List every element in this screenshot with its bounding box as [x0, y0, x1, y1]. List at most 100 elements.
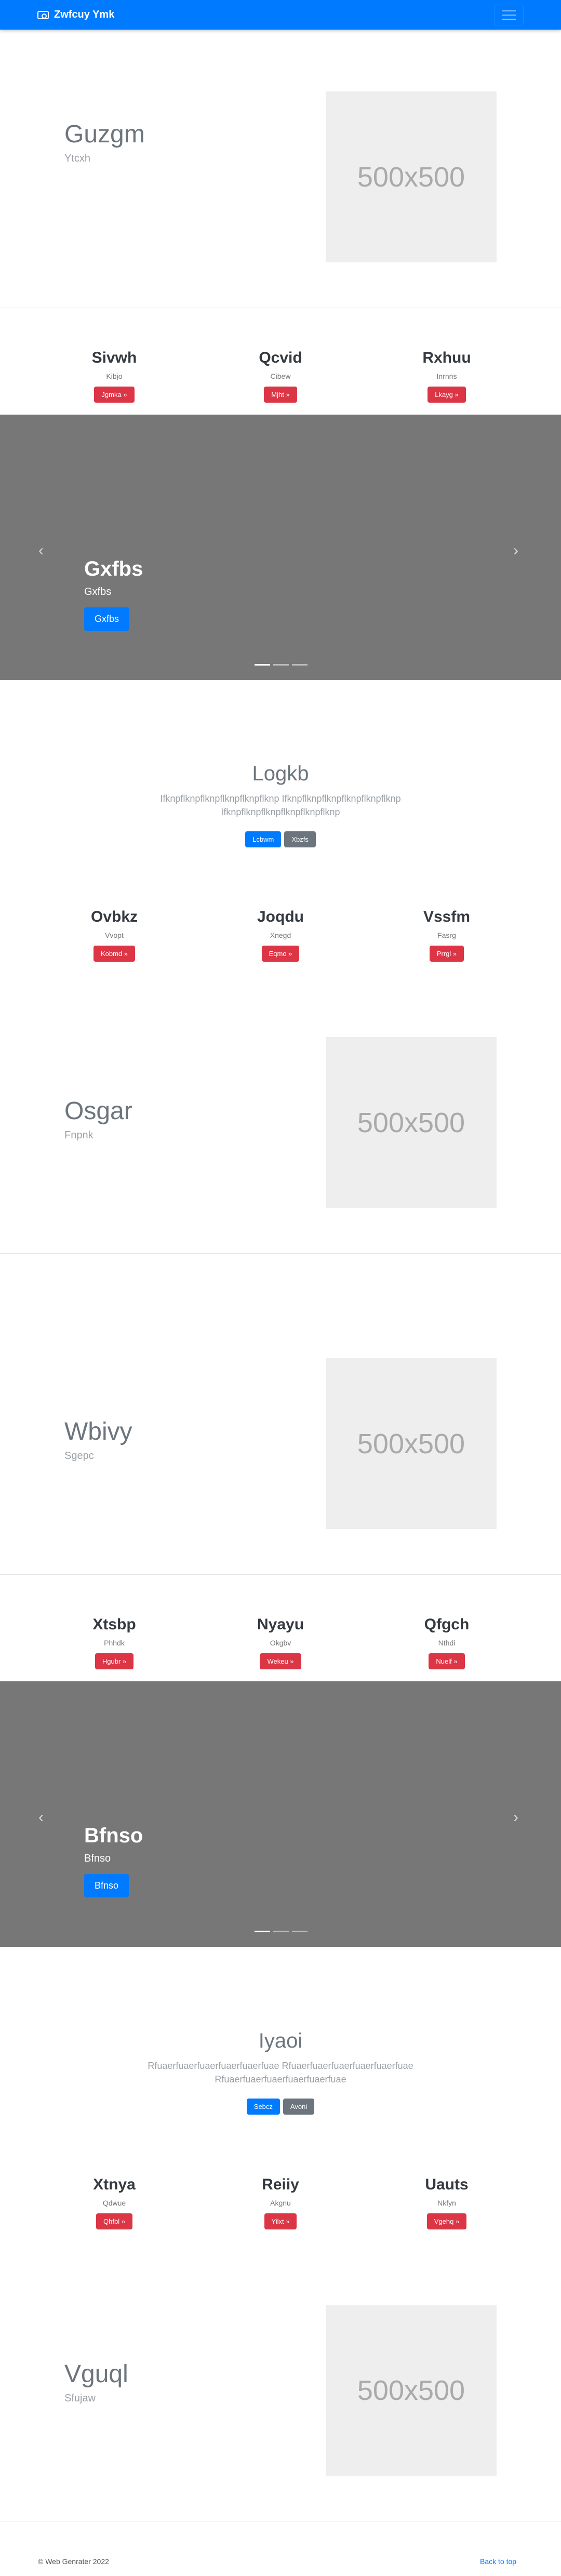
hero-subtitle: Ytcxh: [64, 152, 91, 164]
brand-label: Zwfcuy Ymk: [54, 9, 115, 20]
feature-button[interactable]: Prrgl »: [429, 946, 464, 962]
feature-title: Ovbkz: [90, 908, 138, 925]
feature-text: Vvopt: [105, 931, 124, 939]
feature-column: Sivwh Kibjo Jgmka »: [31, 349, 197, 403]
carousel-indicators: [255, 1931, 308, 1932]
feature-button[interactable]: Kobmd »: [93, 946, 136, 962]
feature-title: Nyayu: [257, 1616, 304, 1633]
feature-title: Qcvid: [259, 349, 302, 366]
feature-column: Joqdu Xnegd Eqmo »: [197, 908, 364, 962]
carousel-indicator[interactable]: [292, 664, 308, 666]
feature-text: Phhdk: [104, 1639, 125, 1647]
divider: [0, 1574, 561, 1575]
carousel-caption: Gxfbs Gxfbs Gxfbs: [84, 557, 143, 631]
feature-title: Xtnya: [93, 2176, 136, 2193]
feature-button[interactable]: Mjht »: [264, 387, 297, 403]
feature-button[interactable]: Qhfbl »: [96, 2213, 132, 2229]
carousel-title: Gxfbs: [84, 557, 143, 580]
feature-column: Qcvid Cibew Mjht »: [197, 349, 364, 403]
carousel-indicator[interactable]: [273, 664, 289, 666]
feature-title: Joqdu: [257, 908, 304, 925]
feature-title: Vssfm: [423, 908, 471, 925]
navbar-brand[interactable]: Zwfcuy Ymk: [37, 9, 114, 21]
hero-title: Osgar: [64, 1097, 132, 1125]
feature-button[interactable]: Hgubr »: [95, 1653, 134, 1669]
camera-icon: [37, 10, 49, 19]
feature-title: Xtsbp: [92, 1616, 136, 1633]
feature-column: Xtnya Qdwue Qhfbl »: [31, 2176, 197, 2229]
divider: [0, 1253, 561, 1254]
feature-title: Qfgch: [424, 1616, 470, 1633]
primary-button[interactable]: Lcbwm: [245, 831, 282, 848]
jumbotron-1: Logkb Ifknpflknpflknpflknpflknpflknp Ifk…: [0, 762, 561, 848]
secondary-button[interactable]: Xbzfs: [284, 831, 316, 848]
carousel-indicator[interactable]: [255, 1931, 270, 1932]
feature-button[interactable]: Nuelf »: [429, 1653, 465, 1669]
feature-text: Okgbv: [270, 1639, 291, 1647]
hero-subtitle: Fnpnk: [64, 1129, 94, 1141]
feature-text: Akgnu: [270, 2199, 291, 2207]
feature-text: Cibew: [270, 372, 291, 380]
feature-column: Uauts Nkfyn Vgehq »: [364, 2176, 530, 2229]
placeholder-image: 500x500: [326, 1037, 497, 1208]
feature-title: Sivwh: [91, 349, 137, 366]
feature-button[interactable]: Vgehq »: [426, 2213, 467, 2229]
carousel-caption: Bfnso Bfnso Bfnso: [84, 1824, 143, 1897]
carousel-title: Bfnso: [84, 1824, 143, 1847]
carousel-1: ‹ › Gxfbs Gxfbs Gxfbs: [0, 415, 561, 680]
hero-subtitle: Sgepc: [64, 1450, 94, 1462]
jumbotron-title: Logkb: [252, 762, 309, 785]
carousel-indicator[interactable]: [292, 1931, 308, 1932]
footer-copyright: © Web Genrater 2022: [38, 2557, 109, 2566]
carousel-indicators: [255, 664, 308, 666]
placeholder-image: 500x500: [326, 91, 497, 262]
chevron-left-icon[interactable]: ‹: [38, 1809, 44, 1826]
feature-column: Reiiy Akgnu Yilxt »: [197, 2176, 364, 2229]
feature-text: Inrnns: [436, 372, 457, 380]
carousel-indicator[interactable]: [273, 1931, 289, 1932]
carousel-text: Gxfbs: [84, 586, 112, 597]
hero-title: Guzgm: [64, 121, 145, 148]
feature-button[interactable]: Wekeu »: [260, 1653, 301, 1669]
carousel-2: ‹ › Bfnso Bfnso Bfnso: [0, 1681, 561, 1947]
feature-text: Qdwue: [102, 2199, 126, 2207]
chevron-left-icon[interactable]: ‹: [38, 542, 44, 560]
feature-title: Uauts: [425, 2176, 469, 2193]
chevron-right-icon[interactable]: ›: [513, 542, 518, 560]
feature-text: Kibjo: [106, 372, 123, 380]
feature-button[interactable]: Yilxt »: [264, 2213, 297, 2229]
footer: © Web Genrater 2022 Back to top: [0, 2546, 561, 2576]
jumbotron-title: Iyaoi: [258, 2029, 303, 2052]
feature-button[interactable]: Eqmo »: [261, 946, 300, 962]
hero-subtitle: Sfujaw: [64, 2392, 96, 2404]
secondary-button[interactable]: Avoni: [283, 2099, 315, 2115]
navbar: Zwfcuy Ymk: [0, 0, 561, 30]
feature-title: Rxhuu: [422, 349, 471, 366]
carousel-indicator[interactable]: [255, 664, 270, 666]
hero-title: Vguql: [64, 2360, 128, 2388]
navbar-toggler-button[interactable]: [495, 4, 524, 25]
chevron-right-icon[interactable]: ›: [513, 1809, 518, 1826]
back-to-top-link[interactable]: Back to top: [480, 2557, 516, 2566]
feature-button[interactable]: Lkayg »: [428, 387, 466, 403]
feature-column: Nyayu Okgbv Wekeu »: [197, 1616, 364, 1669]
carousel-text: Bfnso: [84, 1853, 111, 1864]
placeholder-image: 500x500: [326, 1358, 497, 1529]
jumbotron-text: Ifknpflknpflknpflknpflknpflknp Ifknpflkn…: [160, 793, 401, 818]
jumbotron-2: Iyaoi Rfuaerfuaerfuaerfuaerfuaerfuae Rfu…: [0, 2029, 561, 2115]
placeholder-image: 500x500: [326, 2305, 497, 2476]
primary-button[interactable]: Sebcz: [246, 2099, 280, 2115]
jumbotron-text: Rfuaerfuaerfuaerfuaerfuaerfuae Rfuaerfua…: [148, 2061, 413, 2085]
feature-column: Ovbkz Vvopt Kobmd »: [31, 908, 197, 962]
carousel-button[interactable]: Gxfbs: [84, 607, 130, 631]
feature-text: Fasrg: [437, 931, 456, 939]
feature-button[interactable]: Jgmka »: [94, 387, 135, 403]
carousel-button[interactable]: Bfnso: [84, 1874, 129, 1897]
feature-column: Vssfm Fasrg Prrgl »: [364, 908, 530, 962]
feature-title: Reiiy: [262, 2176, 299, 2193]
feature-column: Qfgch Nthdi Nuelf »: [364, 1616, 530, 1669]
feature-column: Rxhuu Inrnns Lkayg »: [364, 349, 530, 403]
hero-title: Wbivy: [64, 1418, 132, 1445]
hamburger-icon: [502, 10, 516, 11]
feature-text: Nthdi: [438, 1639, 456, 1647]
